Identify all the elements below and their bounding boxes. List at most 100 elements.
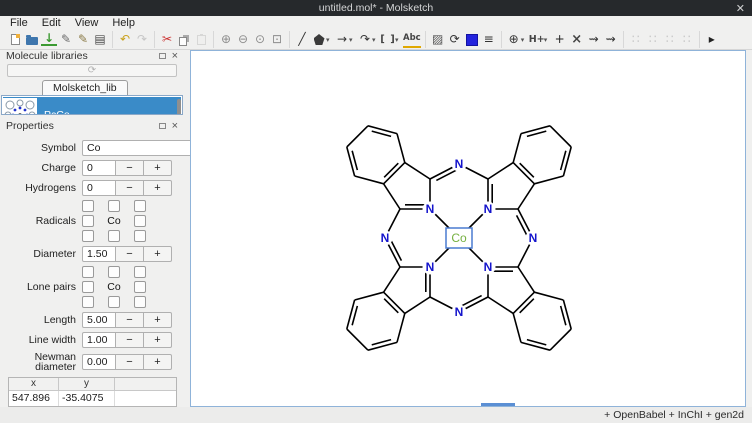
library-close-icon[interactable]: × [172, 51, 178, 61]
draw-tool[interactable]: ╱ [294, 31, 310, 48]
align-tool-1[interactable]: ∷ [628, 31, 644, 48]
print-button[interactable]: ▤ [92, 31, 108, 48]
new-file-button[interactable] [7, 31, 23, 48]
coords-row[interactable]: 547.896-35.4075 [9, 391, 176, 406]
charge-increment-button[interactable]: + [144, 160, 172, 176]
properties-close-icon[interactable]: × [172, 121, 178, 131]
line-width-increment-button[interactable]: + [144, 332, 172, 348]
open-file-button[interactable] [24, 31, 40, 48]
hatch-pattern-tool[interactable]: ▨ [430, 31, 446, 48]
radicals-checkbox-8[interactable] [134, 230, 146, 242]
properties-panel-titlebar: Properties × [0, 120, 184, 132]
newman-diameter-increment-button[interactable]: + [144, 354, 172, 370]
undo-button[interactable]: ↶ [117, 31, 133, 48]
radicals-checkbox-2[interactable] [134, 200, 146, 212]
zoom-fit-button[interactable]: ⊡ [269, 31, 285, 48]
save-button[interactable]: ↓ [41, 33, 57, 46]
line-width-decrement-button[interactable]: − [116, 332, 144, 348]
lone-pairs-checkbox-5[interactable] [134, 281, 146, 293]
ring-tool[interactable] [311, 31, 327, 48]
cut-button[interactable]: ✂ [159, 31, 175, 48]
properties-float-icon[interactable] [159, 123, 166, 129]
list-item-pcco[interactable]: PcCo [3, 97, 181, 115]
copy-button[interactable] [176, 31, 192, 48]
length-decrement-button[interactable]: − [116, 312, 144, 328]
menu-edit[interactable]: Edit [35, 17, 68, 29]
drawing-canvas[interactable]: CoNNNNNNNN [190, 50, 746, 407]
line-width-value[interactable]: 1.00 [82, 332, 116, 348]
library-panel-titlebar: Molecule libraries × [0, 50, 184, 62]
lone-pairs-checkbox-6[interactable] [82, 296, 94, 308]
text-tool[interactable]: Abc [403, 31, 421, 48]
coordinates-table[interactable]: xy547.896-35.4075 [8, 377, 177, 407]
toolbar-overflow-button[interactable]: ▸ [704, 31, 720, 48]
lone-pairs-checkbox-2[interactable] [134, 266, 146, 278]
align-tool-3[interactable]: ∷ [662, 31, 678, 48]
electron-flow-tool-2[interactable]: ⇝ [603, 31, 619, 48]
hydrogens-decrement-button[interactable]: − [116, 180, 144, 196]
color-swatch-button[interactable] [464, 31, 480, 48]
radicals-checkbox-3[interactable] [82, 215, 94, 227]
hydrogen-tool[interactable]: H+ [529, 31, 545, 48]
library-list[interactable]: PcCo [1, 95, 183, 115]
curved-arrow-tool[interactable]: ↷ [357, 31, 373, 48]
diameter-increment-button[interactable]: + [144, 246, 172, 262]
lone-pairs-checkbox-7[interactable] [108, 296, 120, 308]
reaction-arrow-tool[interactable]: → [334, 31, 350, 48]
canvas-hscroll-thumb[interactable] [481, 403, 515, 406]
hydrogen-tool-dropdown[interactable]: ▾ [544, 36, 551, 44]
align-tool-2[interactable]: ∷ [645, 31, 661, 48]
lone-pairs-checkbox-0[interactable] [82, 266, 94, 278]
radicals-checkbox-6[interactable] [82, 230, 94, 242]
ring-tool-dropdown[interactable]: ▾ [326, 36, 333, 44]
lone-pairs-checkbox-1[interactable] [108, 266, 120, 278]
hydrogens-increment-button[interactable]: + [144, 180, 172, 196]
plus-tool[interactable]: + [552, 31, 568, 48]
tab-molsketch-lib[interactable]: Molsketch_lib [42, 80, 128, 95]
library-float-icon[interactable] [159, 53, 166, 59]
export-button[interactable]: ✎ [75, 31, 91, 48]
library-refresh-button[interactable]: ⟳ [7, 64, 177, 77]
radicals-checkbox-1[interactable] [108, 200, 120, 212]
radicals-checkbox-0[interactable] [82, 200, 94, 212]
length-increment-button[interactable]: + [144, 312, 172, 328]
menu-view[interactable]: View [68, 17, 106, 29]
bracket-tool-dropdown[interactable]: ▾ [395, 36, 402, 44]
open-file-button-icon [26, 37, 38, 45]
charge-value[interactable]: 0 [82, 160, 116, 176]
charge-decrement-button[interactable]: − [116, 160, 144, 176]
rotate-tool[interactable]: ⟳ [447, 31, 463, 48]
newman-diameter-value[interactable]: 0.00 [82, 354, 116, 370]
charge-tool-dropdown[interactable]: ▾ [521, 36, 528, 44]
window-titlebar[interactable]: untitled.mol* - Molsketch ✕ [0, 0, 752, 16]
radicals-checkbox-5[interactable] [134, 215, 146, 227]
charge-tool[interactable]: ⊕ [506, 31, 522, 48]
menu-help[interactable]: Help [105, 17, 142, 29]
radicals-checkbox-7[interactable] [108, 230, 120, 242]
align-tool-4[interactable]: ∷ [679, 31, 695, 48]
redo-button[interactable]: ↷ [134, 31, 150, 48]
menu-file[interactable]: File [3, 17, 35, 29]
delete-tool[interactable]: × [569, 31, 585, 48]
reaction-arrow-tool-dropdown[interactable]: ▾ [349, 36, 356, 44]
line-width-button[interactable]: ≡ [481, 31, 497, 48]
zoom-out-button[interactable]: ⊖ [235, 31, 251, 48]
save-as-button[interactable]: ✎ [58, 31, 74, 48]
zoom-in-button[interactable]: ⊕ [218, 31, 234, 48]
length-value[interactable]: 5.00 [82, 312, 116, 328]
curved-arrow-tool-dropdown[interactable]: ▾ [372, 36, 379, 44]
paste-button[interactable] [193, 31, 209, 48]
library-scrollbar-thumb[interactable] [177, 99, 181, 115]
molecule-drawing[interactable]: CoNNNNNNNN [324, 103, 594, 373]
window-close-button[interactable]: ✕ [736, 0, 745, 16]
hydrogens-value[interactable]: 0 [82, 180, 116, 196]
electron-flow-tool-1[interactable]: ⇝ [586, 31, 602, 48]
zoom-original-button[interactable]: ⊙ [252, 31, 268, 48]
diameter-decrement-button[interactable]: − [116, 246, 144, 262]
bracket-tool[interactable]: [ ] [380, 31, 396, 48]
lone-pairs-checkbox-8[interactable] [134, 296, 146, 308]
diameter-value[interactable]: 1.50 [82, 246, 116, 262]
newman-diameter-decrement-button[interactable]: − [116, 354, 144, 370]
toolbar-group: ↶↷ [112, 31, 154, 48]
lone-pairs-checkbox-3[interactable] [82, 281, 94, 293]
